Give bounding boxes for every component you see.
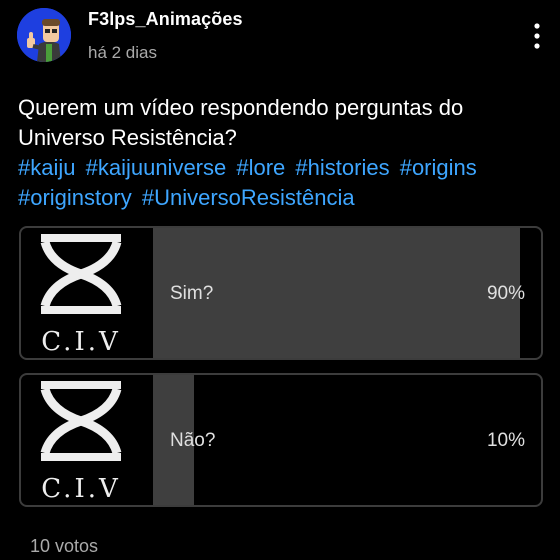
poll-option-percent: 90%	[486, 283, 525, 304]
post-text: Querem um vídeo respondendo perguntas do…	[18, 95, 464, 150]
hashtag-link[interactable]: #kaiju	[18, 155, 75, 180]
poll-option-percent: 10%	[486, 430, 525, 451]
poll-option-nao[interactable]: C.I.V Não? 10%	[19, 373, 543, 507]
avatar-character-icon	[17, 8, 71, 62]
post-timestamp: há 2 dias	[88, 43, 157, 62]
vote-count: 10 votos	[30, 536, 99, 556]
civ-logo-icon: C.I.V	[31, 228, 153, 358]
author-name[interactable]: F3lps_Animações	[88, 9, 243, 30]
civ-logo-icon: C.I.V	[31, 375, 153, 505]
hashtag-link[interactable]: #kaijuuniverse	[86, 155, 227, 180]
poll-option-image: C.I.V	[31, 228, 153, 358]
more-options-button[interactable]	[526, 20, 548, 52]
post-header: F3lps_Animações há 2 dias	[0, 0, 560, 80]
hashtag-list: #kaiju #kaijuuniverse #lore #histories #…	[18, 153, 548, 213]
poll-option-image: C.I.V	[31, 375, 153, 505]
hashtag-link[interactable]: #lore	[236, 155, 285, 180]
svg-text:C.I.V: C.I.V	[41, 474, 121, 504]
poll-option-label: Sim?	[170, 283, 214, 304]
avatar[interactable]	[17, 8, 71, 62]
hashtag-link[interactable]: #originstory	[18, 185, 132, 210]
poll-option-label: Não?	[170, 430, 216, 451]
hashtag-link[interactable]: #histories	[295, 155, 389, 180]
more-vertical-icon	[534, 23, 540, 49]
poll-option-sim[interactable]: C.I.V Sim? 90%	[19, 226, 543, 360]
hashtag-link[interactable]: #origins	[400, 155, 477, 180]
hashtag-link[interactable]: #UniversoResistência	[142, 185, 355, 210]
svg-text:C.I.V: C.I.V	[41, 327, 121, 357]
